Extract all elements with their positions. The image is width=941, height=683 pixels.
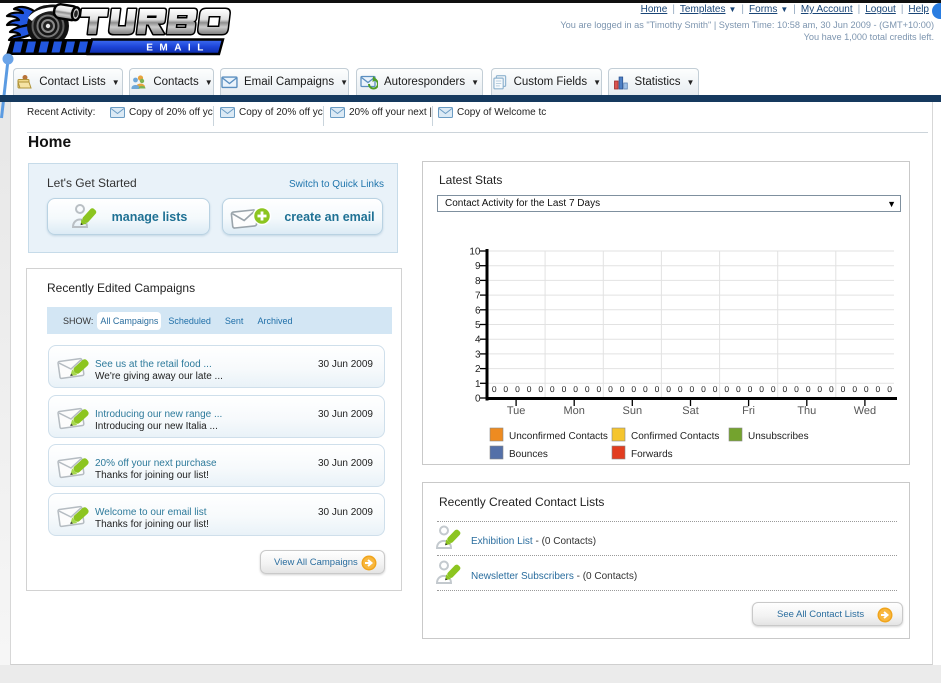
svg-text:0: 0 <box>806 384 811 394</box>
svg-text:0: 0 <box>527 384 532 394</box>
svg-text:0: 0 <box>829 384 834 394</box>
svg-text:0: 0 <box>887 384 892 394</box>
svg-text:0: 0 <box>724 384 729 394</box>
svg-text:0: 0 <box>585 384 590 394</box>
svg-text:Thu: Thu <box>797 405 816 417</box>
svg-text:6: 6 <box>475 305 481 316</box>
svg-text:Unconfirmed Contacts: Unconfirmed Contacts <box>509 431 608 442</box>
svg-text:0: 0 <box>666 384 671 394</box>
svg-text:0: 0 <box>736 384 741 394</box>
svg-text:0: 0 <box>573 384 578 394</box>
svg-text:0: 0 <box>631 384 636 394</box>
svg-text:0: 0 <box>794 384 799 394</box>
svg-text:0: 0 <box>690 384 695 394</box>
svg-text:Wed: Wed <box>854 405 876 417</box>
svg-text:0: 0 <box>475 394 481 405</box>
svg-text:0: 0 <box>678 384 683 394</box>
svg-text:Mon: Mon <box>563 405 584 417</box>
svg-text:Unsubscribes: Unsubscribes <box>748 431 809 442</box>
svg-text:0: 0 <box>538 384 543 394</box>
svg-text:0: 0 <box>550 384 555 394</box>
svg-text:Bounces: Bounces <box>509 449 548 460</box>
svg-text:0: 0 <box>864 384 869 394</box>
svg-text:Tue: Tue <box>507 405 526 417</box>
svg-text:0: 0 <box>562 384 567 394</box>
svg-text:0: 0 <box>748 384 753 394</box>
svg-text:0: 0 <box>492 384 497 394</box>
svg-text:0: 0 <box>620 384 625 394</box>
svg-text:0: 0 <box>759 384 764 394</box>
svg-text:1: 1 <box>475 379 481 390</box>
svg-text:0: 0 <box>852 384 857 394</box>
svg-text:9: 9 <box>475 261 481 272</box>
svg-text:0: 0 <box>608 384 613 394</box>
svg-text:8: 8 <box>475 276 481 287</box>
svg-text:0: 0 <box>655 384 660 394</box>
svg-text:3: 3 <box>475 349 481 360</box>
svg-text:EMAIL: EMAIL <box>146 43 210 54</box>
svg-text:5: 5 <box>475 320 481 331</box>
svg-text:Forwards: Forwards <box>631 449 673 460</box>
svg-text:0: 0 <box>597 384 602 394</box>
svg-text:0: 0 <box>713 384 718 394</box>
svg-text:0: 0 <box>701 384 706 394</box>
svg-text:10: 10 <box>469 247 481 258</box>
svg-text:0: 0 <box>771 384 776 394</box>
svg-text:0: 0 <box>817 384 822 394</box>
svg-text:4: 4 <box>475 335 481 346</box>
svg-text:Fri: Fri <box>742 405 755 417</box>
svg-text:Confirmed Contacts: Confirmed Contacts <box>631 431 719 442</box>
svg-text:0: 0 <box>503 384 508 394</box>
svg-text:0: 0 <box>841 384 846 394</box>
svg-text:0: 0 <box>515 384 520 394</box>
svg-text:Sat: Sat <box>682 405 699 417</box>
svg-text:Sun: Sun <box>623 405 643 417</box>
svg-text:7: 7 <box>475 291 481 302</box>
svg-text:0: 0 <box>783 384 788 394</box>
svg-text:0: 0 <box>643 384 648 394</box>
svg-text:2: 2 <box>475 364 481 375</box>
svg-text:0: 0 <box>876 384 881 394</box>
